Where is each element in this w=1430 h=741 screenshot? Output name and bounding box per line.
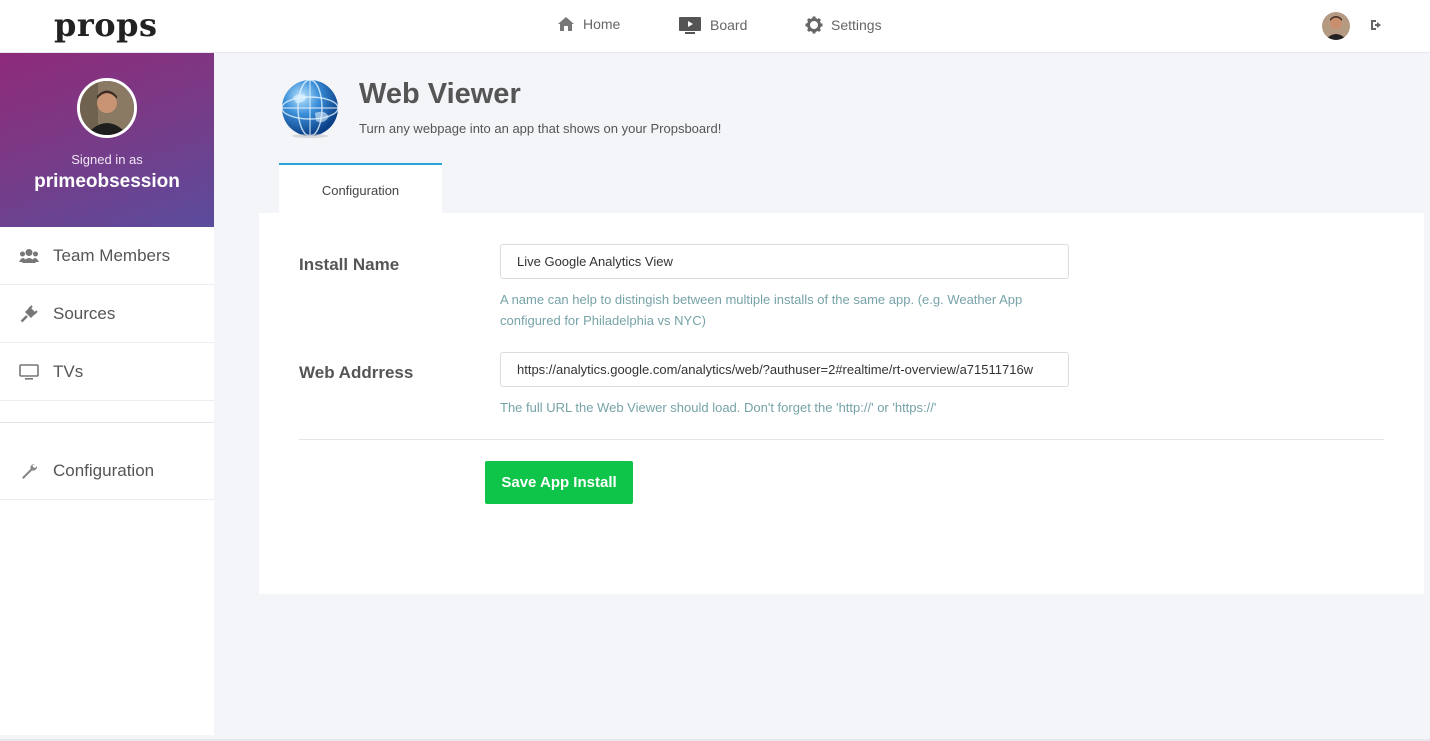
globe-icon — [281, 79, 339, 138]
board-icon — [679, 17, 701, 34]
nav-home[interactable]: Home — [557, 16, 620, 32]
install-name-help: A name can help to distingish between mu… — [500, 292, 1023, 328]
web-address-input[interactable]: https://analytics.google.com/analytics/w… — [500, 352, 1069, 387]
save-app-install-button[interactable]: Save App Install — [485, 461, 633, 504]
install-name-label: Install Name — [299, 255, 400, 274]
install-name-input[interactable]: Live Google Analytics View — [500, 244, 1069, 279]
nav-settings[interactable]: Settings — [805, 16, 882, 34]
form-divider — [299, 439, 1384, 440]
sidebar: Signed in as primeobsession Team Members… — [0, 53, 214, 735]
nav-settings-label: Settings — [831, 17, 882, 33]
sidebar-divider — [0, 422, 214, 423]
user-avatar[interactable] — [1322, 12, 1350, 40]
sidebar-item-label: Sources — [53, 303, 116, 323]
monitor-icon — [18, 363, 40, 380]
nav-home-label: Home — [583, 16, 621, 32]
sidebar-item-label: TVs — [53, 361, 84, 381]
users-icon — [18, 248, 40, 264]
props-logo[interactable]: props — [54, 6, 157, 44]
username: primeobsession — [34, 171, 180, 192]
sidebar-item-sources[interactable]: Sources — [0, 285, 214, 343]
tab-configuration[interactable]: Configuration — [279, 163, 442, 215]
logout-icon[interactable] — [1370, 18, 1384, 32]
sidebar-item-label: Team Members — [53, 245, 171, 265]
top-navbar: props Home Board Settings — [0, 0, 1430, 53]
sidebar-item-configuration[interactable]: Configuration — [0, 442, 214, 500]
web-address-help: The full URL the Web Viewer should load.… — [500, 400, 937, 415]
sidebar-item-label: Configuration — [53, 460, 155, 480]
app-title: Web Viewer — [359, 78, 521, 110]
sidebar-item-team-members[interactable]: Team Members — [0, 227, 214, 285]
plug-icon — [18, 304, 40, 323]
nav-board-label: Board — [710, 17, 748, 33]
sidebar-item-tvs[interactable]: TVs — [0, 343, 214, 401]
nav-board[interactable]: Board — [678, 16, 747, 34]
wrench-icon — [18, 462, 40, 480]
gear-icon — [805, 16, 823, 34]
app-subtitle: Turn any webpage into an app that shows … — [359, 121, 722, 136]
web-address-label: Web Addrress — [299, 363, 414, 382]
home-icon — [558, 17, 574, 31]
profile-avatar — [77, 78, 137, 138]
profile-panel: Signed in as primeobsession — [0, 53, 214, 227]
signed-in-label: Signed in as — [71, 152, 143, 167]
